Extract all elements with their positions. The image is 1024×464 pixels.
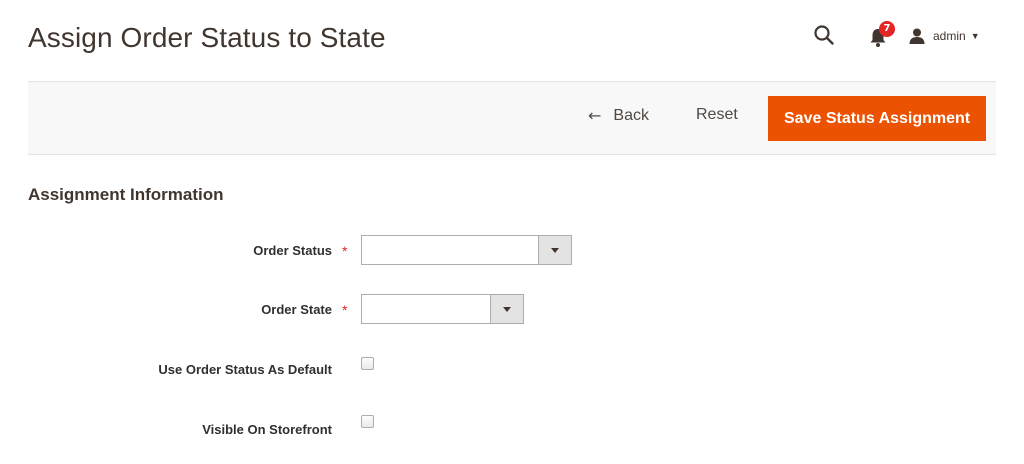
back-label: Back [613,106,649,124]
order-state-label: Order State [261,302,332,317]
caret-down-icon: ▼ [970,31,980,41]
visible-on-storefront-label: Visible On Storefront [202,422,332,437]
required-indicator: * [342,302,348,318]
order-status-select[interactable] [361,235,572,265]
back-button[interactable]: ← Back [588,106,649,125]
search-button[interactable] [813,24,837,48]
visible-on-storefront-checkbox[interactable] [361,415,374,428]
section-title: Assignment Information [28,185,224,204]
select-arrow [538,236,571,264]
chevron-down-icon [551,248,559,253]
reset-button[interactable]: Reset [696,106,738,124]
user-menu[interactable]: admin ▼ [909,24,999,48]
notification-count-badge: 7 [879,21,895,37]
notifications-button[interactable]: 7 [869,21,897,48]
page-actions-bar: ← Back Reset Save Status Assignment [28,81,996,155]
select-arrow [490,295,523,323]
user-icon [909,28,925,44]
order-status-label: Order Status [253,243,332,258]
use-default-checkbox[interactable] [361,357,374,370]
page: Assign Order Status to State 7 admin ▼ ←… [0,0,1024,464]
search-icon [814,25,834,45]
arrow-left-icon: ← [588,106,602,125]
save-status-assignment-button[interactable]: Save Status Assignment [768,96,987,141]
use-default-label: Use Order Status As Default [158,362,332,377]
chevron-down-icon [503,307,511,312]
order-state-select[interactable] [361,294,524,324]
required-indicator: * [342,243,348,259]
page-title: Assign Order Status to State [28,22,386,53]
user-name: admin [933,29,966,43]
